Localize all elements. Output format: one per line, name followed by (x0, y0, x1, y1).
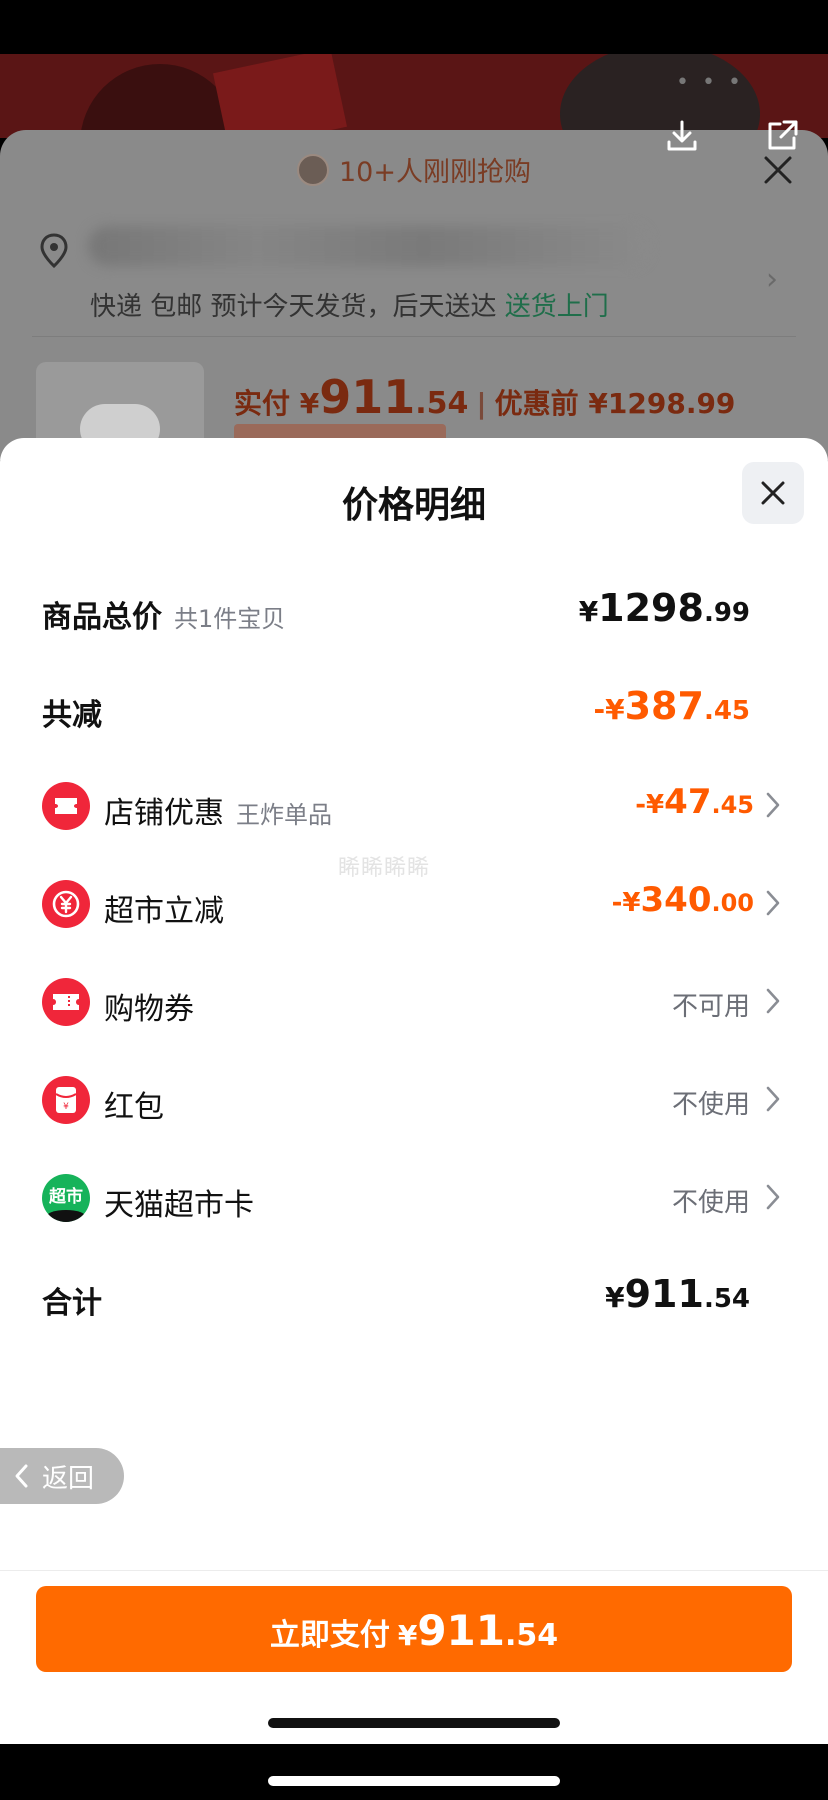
tmall-card-label: 天猫超市卡 (104, 1188, 254, 1223)
market-discount-amount: -¥340.00 (611, 880, 754, 920)
close-icon (761, 481, 785, 505)
svg-text:¥: ¥ (63, 1102, 69, 1112)
goods-total-amount: ¥1298.99 (578, 586, 750, 630)
sheet-title: 价格明细 (341, 485, 486, 526)
address-blurred (88, 226, 648, 266)
store-coupon-icon (42, 782, 90, 830)
chevron-right-icon (766, 890, 780, 916)
voucher-label: 购物券 (104, 992, 194, 1027)
download-icon[interactable] (664, 118, 700, 154)
ticket-icon (42, 978, 90, 1026)
row-market-discount[interactable]: 超市立减 -¥340.00 (0, 874, 828, 934)
chevron-right-icon (766, 1184, 780, 1210)
red-packet-status: 不使用 (671, 1090, 750, 1120)
row-shopping-voucher[interactable]: 购物券 不可用 (0, 972, 828, 1032)
market-discount-label: 超市立减 (104, 894, 224, 929)
store-discount-amount: -¥47.45 (635, 782, 754, 822)
row-sum-total: 合计 ¥911.54 (0, 1266, 828, 1326)
address-chevron-icon: › (766, 262, 778, 297)
row-store-discount[interactable]: 店铺优惠 王炸单品 -¥47.45 (0, 776, 828, 836)
delivery-link: 送货上门 (504, 292, 609, 322)
sum-total-label: 合计 (42, 1286, 102, 1321)
chevron-left-icon (15, 1464, 28, 1488)
home-indicator (268, 1718, 560, 1728)
reduction-amount: -¥387.45 (593, 684, 751, 728)
chevron-right-icon (766, 792, 780, 818)
shipping-info: 快递 包邮 预计今天发货，后天送达 送货上门 (90, 292, 609, 322)
goods-count: 共1件宝贝 (174, 605, 286, 633)
avatar (297, 153, 329, 186)
back-label: 返回 (42, 1463, 95, 1494)
row-goods-total: 商品总价 共1件宝贝 ¥1298.99 (0, 580, 828, 640)
sum-total-amount: ¥911.54 (605, 1272, 750, 1316)
tmall-supermarket-icon: 超市 (42, 1174, 90, 1222)
pay-now-button[interactable]: 立即支付 ¥911.54 (36, 1586, 792, 1672)
location-pin-icon (40, 233, 68, 269)
share-icon[interactable] (764, 118, 800, 154)
red-packet-icon: ¥ (42, 1076, 90, 1124)
sheet-close-button[interactable] (742, 462, 804, 524)
row-red-packet[interactable]: ¥ 红包 不使用 (0, 1070, 828, 1130)
reduction-label: 共减 (42, 698, 102, 733)
background-price: 实付 ¥911.54 | 优惠前 ¥1298.99 (234, 370, 736, 424)
buy-notice: 10+人刚刚抢购 (0, 150, 828, 189)
tmall-card-status: 不使用 (671, 1188, 750, 1218)
close-page-icon[interactable] (760, 152, 796, 188)
row-tmall-card[interactable]: 超市 天猫超市卡 不使用 (0, 1168, 828, 1228)
chevron-right-icon (766, 1086, 780, 1112)
chevron-right-icon (766, 988, 780, 1014)
home-indicator-secondary (268, 1776, 560, 1786)
bottom-bar (0, 1744, 828, 1800)
goods-total-label: 商品总价 (42, 600, 162, 635)
back-button[interactable]: 返回 (0, 1448, 124, 1504)
row-total-reduction: 共减 -¥387.45 (0, 678, 828, 738)
price-detail-sheet: 价格明细 商品总价 共1件宝贝 ¥1298.99 共减 -¥387.45 店铺优惠… (0, 438, 828, 1744)
store-discount-tag: 王炸单品 (236, 801, 332, 829)
store-discount-label: 店铺优惠 (104, 796, 224, 831)
more-options-icon: • • • (676, 70, 744, 95)
voucher-status: 不可用 (671, 992, 750, 1022)
tmall-icon-text: 超市 (49, 1186, 83, 1207)
red-packet-label: 红包 (104, 1090, 164, 1125)
yen-refund-icon (42, 880, 90, 928)
